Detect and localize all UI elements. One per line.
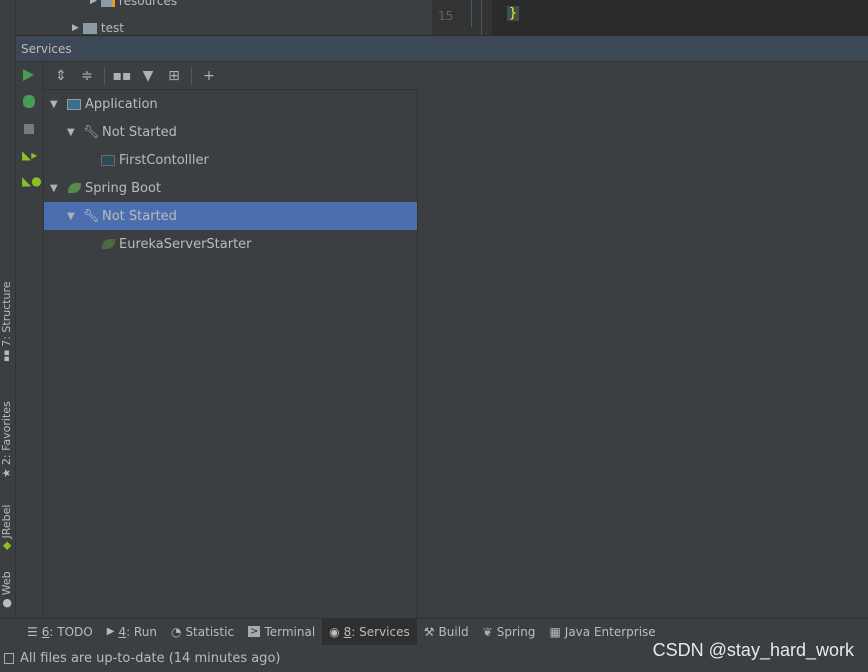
- left-tool-stripe: ▪▪ 7: Structure ★ 2: Favorites ◆ JRebel ● We…: [0, 0, 16, 618]
- collapse-all-icon[interactable]: ≑: [76, 65, 98, 87]
- line-number: 15: [438, 9, 454, 23]
- tab-run[interactable]: ▶ 4: Run: [100, 619, 164, 645]
- code-brace: }: [507, 6, 519, 21]
- tree-node-firstcontolller[interactable]: FirstContolller: [44, 146, 417, 174]
- expand-arrow-icon: ▶: [90, 0, 97, 6]
- watermark: CSDN @stay_hard_work: [652, 640, 854, 660]
- expand-all-icon[interactable]: ⇕: [50, 65, 72, 87]
- run-icon: ▶: [106, 626, 115, 637]
- jrebel-run-icon[interactable]: ◣▸: [22, 148, 37, 162]
- terminal-icon: >: [248, 626, 261, 637]
- jrebel-icon: ◆: [0, 541, 13, 550]
- tab-statistic[interactable]: ◔ Statistic: [164, 619, 241, 645]
- services-toolbar: ⇕ ≑ ▪▪ ▼ ⊞ +: [44, 62, 418, 90]
- tree-node-eurekaserverstarter[interactable]: EurekaServerStarter: [44, 230, 417, 258]
- structure-icon: ▪▪: [1, 349, 12, 362]
- tab-services[interactable]: ◉ 8: Services: [322, 618, 417, 645]
- tab-structure[interactable]: ▪▪ 7: Structure: [0, 281, 13, 362]
- application-icon: [66, 96, 82, 112]
- list-icon: ☰: [27, 624, 38, 639]
- services-icon: ◉: [329, 624, 340, 639]
- folder-icon: [82, 22, 97, 34]
- filter-icon[interactable]: ▼: [137, 65, 159, 87]
- spring-leaf-icon: ❦: [482, 624, 493, 639]
- application-icon: [100, 152, 116, 168]
- services-actions: ◣▸ ◣●: [16, 62, 44, 618]
- tree-item-resources[interactable]: ▶ resources: [90, 0, 177, 8]
- wrench-icon: 🔧︎: [82, 124, 100, 140]
- panel-title: Services: [21, 42, 72, 56]
- collapse-arrow-icon[interactable]: ▼: [50, 99, 62, 110]
- spring-boot-icon: [100, 236, 116, 252]
- tab-java-enterprise[interactable]: ▦ Java Enterprise: [542, 619, 662, 645]
- jrebel-debug-icon[interactable]: ◣●: [22, 174, 42, 188]
- wrench-icon: 🔧︎: [82, 208, 100, 224]
- collapse-arrow-icon[interactable]: ▼: [67, 127, 79, 138]
- services-tree: ▼ Application ▼ 🔧︎ Not Started FirstCont…: [44, 90, 418, 618]
- status-toggle-icon[interactable]: [4, 652, 14, 664]
- hammer-icon: ⚒: [423, 624, 435, 639]
- group-by-icon[interactable]: ▪▪: [111, 65, 133, 87]
- java-enterprise-icon: ▦: [549, 624, 561, 639]
- tab-jrebel[interactable]: ◆ JRebel: [0, 505, 13, 550]
- tree-item-test[interactable]: ▶ test: [72, 21, 124, 35]
- tree-node-application[interactable]: ▼ Application: [44, 90, 417, 118]
- tab-spring[interactable]: ❦ Spring: [476, 619, 543, 645]
- add-service-icon[interactable]: +: [198, 65, 220, 87]
- star-icon: ★: [0, 468, 13, 478]
- spring-boot-icon: [66, 180, 82, 196]
- new-tab-icon[interactable]: ⊞: [163, 65, 185, 87]
- debug-icon[interactable]: [23, 95, 35, 108]
- tab-web[interactable]: ● Web: [0, 571, 13, 608]
- statistic-icon: ◔: [170, 624, 182, 639]
- tree-node-not-started-selected[interactable]: ▼ 🔧︎ Not Started: [44, 202, 417, 230]
- collapse-arrow-icon[interactable]: ▼: [50, 183, 62, 194]
- collapse-arrow-icon[interactable]: ▼: [67, 211, 79, 222]
- resources-folder-icon: [100, 0, 115, 7]
- editor-gutter: 15: [432, 0, 492, 35]
- expand-arrow-icon: ▶: [72, 23, 79, 33]
- tree-node-spring-boot[interactable]: ▼ Spring Boot: [44, 174, 417, 202]
- service-detail-panel: [418, 62, 868, 618]
- tab-terminal[interactable]: > Terminal: [241, 619, 322, 645]
- code-editor[interactable]: [432, 0, 868, 35]
- tree-node-not-started[interactable]: ▼ 🔧︎ Not Started: [44, 118, 417, 146]
- status-text: All files are up-to-date (14 minutes ago…: [20, 650, 281, 666]
- tab-todo[interactable]: ☰ 6: TODO: [20, 619, 100, 645]
- project-tree: ▶ resources ▶ test: [44, 0, 432, 35]
- globe-icon: ●: [0, 598, 13, 608]
- stop-icon[interactable]: [24, 124, 34, 134]
- tab-build[interactable]: ⚒ Build: [417, 619, 476, 645]
- run-icon[interactable]: [23, 69, 34, 81]
- tab-favorites[interactable]: ★ 2: Favorites: [0, 401, 13, 478]
- services-header: Services: [16, 35, 868, 62]
